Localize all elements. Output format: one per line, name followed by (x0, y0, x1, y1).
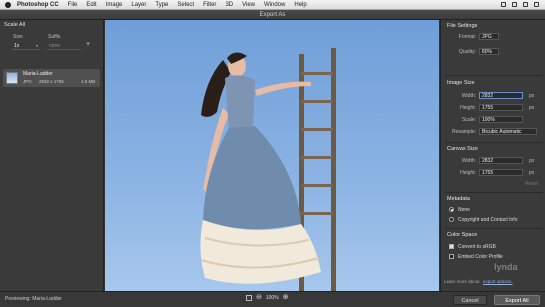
divider (445, 192, 543, 193)
wifi-icon[interactable] (512, 2, 517, 7)
resample-label: Resample: (452, 129, 476, 135)
canvas-height-unit: px (529, 170, 535, 176)
menu-window[interactable]: Window (264, 0, 285, 10)
image-height-input[interactable]: 1755 (479, 104, 523, 111)
resample-select[interactable]: Bicubic Automatic (479, 128, 537, 135)
suffix-label: Suffix (48, 34, 61, 40)
asset-format: JPG (23, 79, 32, 84)
quality-value: 80% (482, 49, 493, 55)
fit-icon[interactable] (246, 295, 252, 301)
zoom-out-icon[interactable]: ⊖ (256, 294, 262, 301)
format-select[interactable]: JPG (479, 33, 499, 40)
metadata-none-radio[interactable] (449, 207, 454, 212)
format-value: JPG (482, 34, 492, 40)
embed-profile-label: Embed Color Profile (458, 254, 503, 260)
learn-more-link[interactable]: export options. (483, 279, 513, 284)
convert-srgb-label: Convert to sRGB (458, 244, 496, 250)
width-unit: px (529, 93, 535, 99)
preview-canvas[interactable] (105, 20, 439, 291)
menu-bar: Photoshop CC File Edit Image Layer Type … (0, 0, 545, 10)
chevron-down-icon: ▾ (35, 43, 38, 48)
zoom-value[interactable]: 100% (266, 295, 279, 301)
menu-image[interactable]: Image (106, 0, 123, 10)
cancel-button[interactable]: Cancel (453, 295, 487, 305)
metadata-copyright-label: Copyright and Contact Info (458, 217, 518, 223)
size-select[interactable]: 1x ▾ (12, 42, 40, 50)
scale-label: Scale: (462, 117, 476, 123)
quality-label: Quality: (459, 49, 476, 55)
add-scale-icon[interactable]: + (86, 41, 90, 48)
menu-help[interactable]: Help (294, 0, 306, 10)
size-label: Size (13, 34, 23, 40)
asset-item[interactable]: Maria-Ladder JPG 2832 x 1755 1.5 MB (3, 69, 100, 87)
scale-select[interactable]: 100% (479, 116, 523, 123)
apple-icon[interactable] (5, 1, 11, 8)
color-space-heading: Color Space (447, 232, 478, 238)
asset-filesize: 1.5 MB (81, 79, 96, 84)
bottom-bar: Previewing: Maria-Ladder ⊖ 100% ⊕ Cancel… (0, 291, 545, 307)
image-size-heading: Image Size (447, 80, 475, 86)
preview-image (105, 20, 439, 291)
scale-all-heading: Scale All (4, 22, 26, 28)
divider (445, 75, 543, 76)
canvas-width-unit: px (529, 158, 535, 164)
asset-thumbnail (6, 72, 18, 84)
metadata-copyright-radio[interactable] (449, 217, 454, 222)
export-all-button[interactable]: Export All (494, 295, 540, 305)
preview-illustration (200, 48, 336, 291)
menu-edit[interactable]: Edit (86, 0, 96, 10)
learn-more-text: Learn more about (444, 279, 480, 284)
embed-profile-checkbox[interactable] (449, 254, 454, 259)
height-unit: px (529, 105, 535, 111)
zoom-in-icon[interactable]: ⊕ (283, 294, 289, 301)
canvas-size-heading: Canvas Size (447, 146, 478, 152)
metadata-heading: Metadata (447, 196, 470, 202)
width-label: Width: (461, 93, 476, 99)
menu-filter[interactable]: Filter (203, 0, 216, 10)
quality-select[interactable]: 80% (479, 48, 499, 55)
menu-type[interactable]: Type (155, 0, 168, 10)
canvas-height-label: Height: (460, 170, 476, 176)
menu-file[interactable]: File (68, 0, 78, 10)
divider (445, 228, 543, 229)
suffix-input[interactable]: none (47, 42, 81, 50)
file-settings-heading: File Settings (447, 23, 478, 29)
format-label: Format: (458, 34, 476, 40)
asset-name: Maria-Ladder (23, 71, 53, 77)
menubar-status-icons (501, 2, 545, 7)
canvas-width-input[interactable]: 2832 (479, 157, 523, 164)
lynda-watermark: lynda (494, 262, 518, 272)
metadata-none-label: None (458, 207, 470, 213)
image-width-input[interactable]: 2832 (479, 92, 523, 99)
size-value: 1x (14, 43, 20, 49)
divider (445, 142, 543, 143)
right-panel: File Settings Format: JPG Quality: 80% I… (440, 20, 545, 291)
height-label: Height: (460, 105, 476, 111)
canvas-width-label: Width: (461, 158, 476, 164)
export-as-dialog: Export As Scale All Size Suffix 1x ▾ non… (0, 10, 545, 307)
convert-srgb-checkbox[interactable] (449, 244, 454, 249)
search-icon[interactable] (523, 2, 528, 7)
menu-app[interactable]: Photoshop CC (17, 0, 59, 10)
menu-layer[interactable]: Layer (131, 0, 146, 10)
menu-3d[interactable]: 3D (225, 0, 233, 10)
menu-select[interactable]: Select (177, 0, 194, 10)
list-icon[interactable] (534, 2, 539, 7)
canvas-height-input[interactable]: 1755 (479, 169, 523, 176)
menu-view[interactable]: View (242, 0, 255, 10)
left-panel: Scale All Size Suffix 1x ▾ none + Maria-… (0, 20, 104, 291)
asset-dimensions: 2832 x 1755 (39, 79, 64, 84)
previewing-label: Previewing: Maria-Ladder (5, 296, 62, 302)
dialog-title: Export As (0, 10, 545, 20)
reset-button[interactable]: Reset (525, 181, 538, 187)
status-icon[interactable] (501, 2, 506, 7)
zoom-controls: ⊖ 100% ⊕ (246, 294, 289, 301)
